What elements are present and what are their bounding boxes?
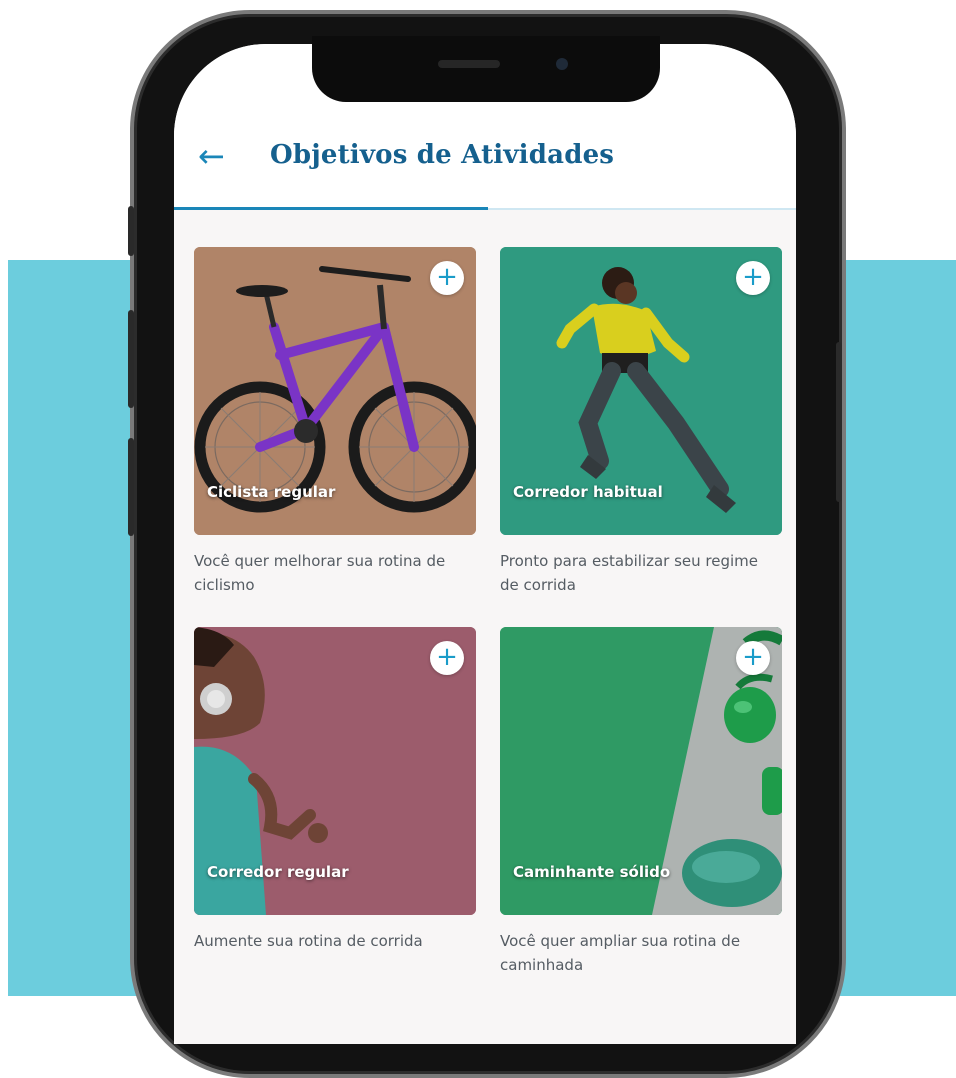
card-description: Você quer melhorar sua rotina de ciclism… xyxy=(194,552,446,594)
add-goal-button[interactable]: + xyxy=(430,261,464,295)
goal-card-regular-cyclist[interactable]: + Ciclista regular xyxy=(194,247,476,535)
card-description: Aumente sua rotina de corrida xyxy=(194,932,423,950)
card-description: Pronto para estabilizar seu regime de co… xyxy=(500,552,759,594)
add-goal-button[interactable]: + xyxy=(430,641,464,675)
goal-card-habitual-runner[interactable]: + Corredor habitual xyxy=(500,247,782,535)
add-goal-button[interactable]: + xyxy=(736,261,770,295)
phone-notch xyxy=(312,36,660,102)
front-camera xyxy=(556,58,568,70)
phone-volume-up-button xyxy=(128,310,134,408)
page-title: Objetivos de Atividades xyxy=(270,140,615,170)
phone-volume-down-button xyxy=(128,438,134,536)
card-title: Corredor habitual xyxy=(513,483,663,501)
phone-power-button xyxy=(836,342,842,502)
speaker-grille xyxy=(438,60,500,68)
card-title: Ciclista regular xyxy=(207,483,336,501)
phone-side-button xyxy=(128,206,134,256)
header-progress-indicator xyxy=(174,207,488,210)
phone-screen: ← Objetivos de Atividades + Ciclista reg… xyxy=(174,44,796,1044)
add-goal-button[interactable]: + xyxy=(736,641,770,675)
card-description: Você quer ampliar sua rotina de caminhad… xyxy=(500,932,741,974)
goal-card-solid-walker[interactable]: + Caminhante sólido xyxy=(500,627,782,915)
goal-card-regular-runner[interactable]: + Corredor regular xyxy=(194,627,476,915)
back-arrow-icon[interactable]: ← xyxy=(198,136,230,176)
card-title: Corredor regular xyxy=(207,863,349,881)
card-title: Caminhante sólido xyxy=(513,863,671,881)
